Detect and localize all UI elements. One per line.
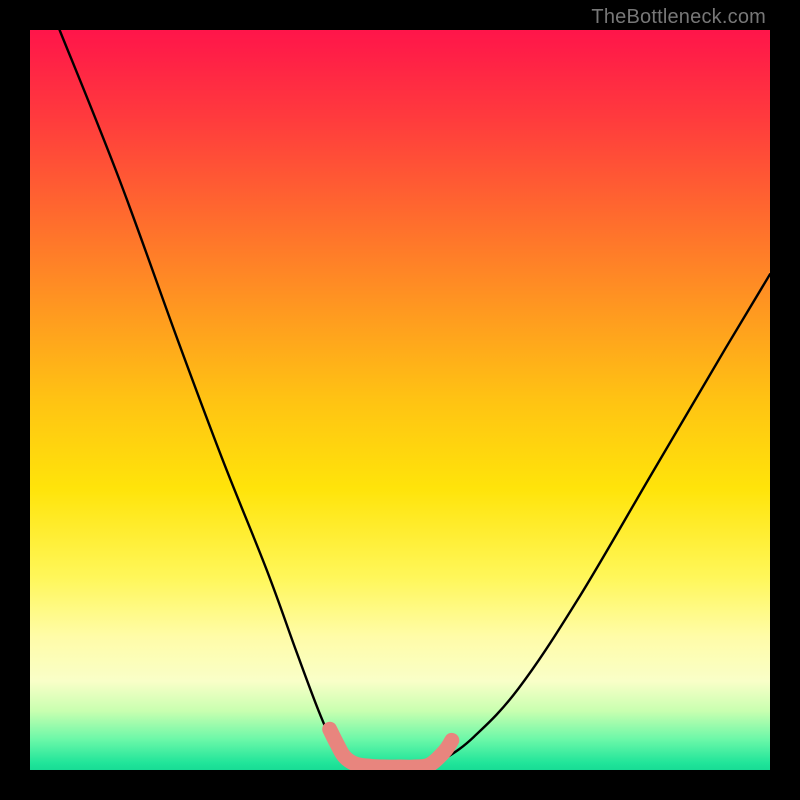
bottleneck-curve bbox=[60, 30, 770, 768]
marker-segment-0 bbox=[330, 729, 452, 767]
curve-layer bbox=[60, 30, 770, 768]
watermark-text: TheBottleneck.com bbox=[591, 6, 766, 29]
plot-area bbox=[30, 30, 770, 770]
marker-layer bbox=[330, 729, 452, 767]
chart-svg bbox=[30, 30, 770, 770]
chart-frame: TheBottleneck.com bbox=[0, 0, 800, 800]
